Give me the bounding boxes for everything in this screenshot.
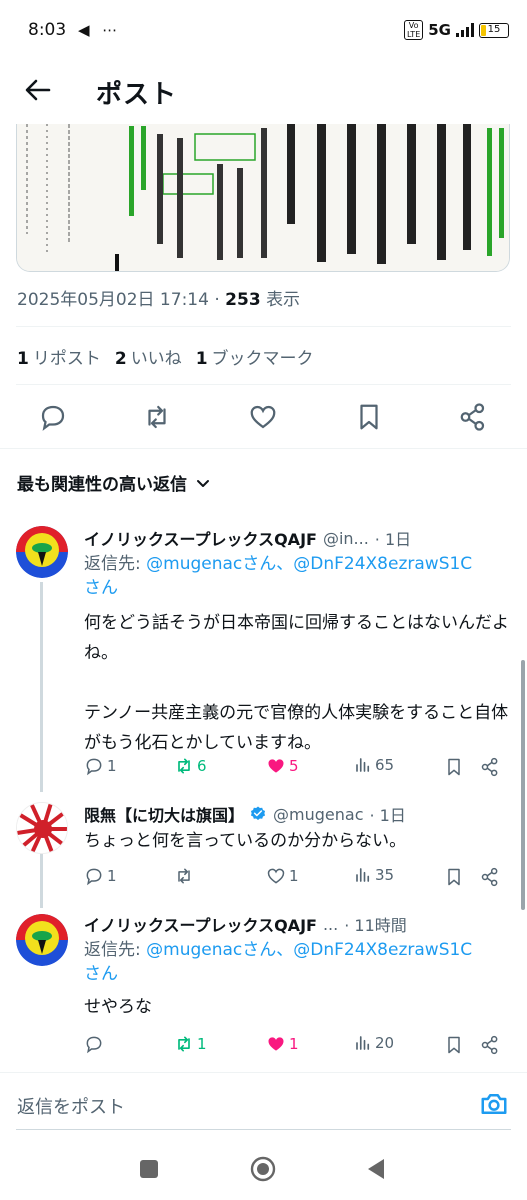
reply-button[interactable]: 1 bbox=[84, 756, 117, 776]
like-button[interactable]: 1 bbox=[266, 866, 299, 886]
repost-button[interactable]: 1 bbox=[174, 1034, 207, 1054]
bookmark-icon[interactable] bbox=[444, 757, 464, 777]
share-icon[interactable] bbox=[480, 1035, 500, 1055]
reply-to-link[interactable]: @mugenacさん、@DnF24X8ezrawS1C bbox=[146, 940, 472, 960]
views-button[interactable]: 20 bbox=[354, 1034, 394, 1052]
repost-icon bbox=[178, 758, 190, 774]
reply-actions: 1 1 20 bbox=[84, 1034, 509, 1058]
avatar[interactable] bbox=[16, 526, 68, 578]
bookmark-icon[interactable] bbox=[354, 402, 384, 432]
share-icon[interactable] bbox=[480, 757, 500, 777]
post-time[interactable]: · 11時間 bbox=[344, 912, 407, 936]
reply-text: せやろな bbox=[84, 997, 152, 1017]
volte-icon: Vo LTE bbox=[403, 20, 424, 40]
home-icon[interactable] bbox=[250, 1156, 276, 1182]
reply-button[interactable]: 1 bbox=[84, 866, 117, 886]
like-filled-icon bbox=[268, 759, 284, 773]
battery-icon: 15 bbox=[479, 22, 509, 38]
recent-apps-icon[interactable] bbox=[136, 1156, 162, 1182]
system-nav-bar bbox=[0, 1140, 527, 1200]
reply-input[interactable]: 返信をポスト bbox=[17, 1093, 125, 1119]
replies-sort-label: 最も関連性の高い返信 bbox=[17, 475, 187, 495]
reply-icon bbox=[86, 758, 102, 776]
like-button[interactable]: 5 bbox=[266, 756, 299, 776]
status-time: 8:03 bbox=[28, 20, 67, 40]
views-icon bbox=[356, 868, 370, 882]
author-name[interactable]: 限無【に切大は旗国】 bbox=[84, 802, 244, 826]
post-time[interactable]: · 1日 bbox=[375, 526, 411, 550]
author-name[interactable]: イノリックスープレックスQAJF bbox=[84, 526, 317, 550]
scrollbar[interactable] bbox=[521, 660, 525, 910]
views-label: 表示 bbox=[266, 290, 301, 310]
author-handle[interactable]: ... bbox=[323, 915, 338, 934]
views-icon bbox=[356, 758, 370, 772]
reply-to-line: 返信先: @mugenacさん、@DnF24X8ezrawS1C さん bbox=[84, 554, 473, 598]
repost-button[interactable] bbox=[174, 866, 197, 886]
status-right-icons: Vo LTE 5G 15 bbox=[403, 20, 509, 40]
tweet-meta: 2025年05月02日 17:14 · 253 表示 bbox=[17, 290, 301, 310]
author-handle[interactable]: @in... bbox=[323, 529, 369, 548]
chevron-down-icon bbox=[197, 479, 209, 487]
views-count: 253 bbox=[225, 290, 261, 310]
avatar[interactable] bbox=[16, 914, 68, 966]
bookmarks-stat[interactable]: 1 ブックマーク bbox=[196, 344, 314, 369]
post-time[interactable]: · 1日 bbox=[369, 802, 405, 826]
repost-icon bbox=[178, 1036, 190, 1052]
repost-icon bbox=[178, 868, 190, 884]
reply-icon bbox=[86, 1036, 102, 1054]
signal-icon bbox=[456, 23, 474, 37]
replies-sort-dropdown[interactable]: 最も関連性の高い返信 bbox=[17, 470, 211, 495]
reply-to-link[interactable]: @mugenacさん、@DnF24X8ezrawS1C bbox=[146, 554, 472, 574]
reply-icon bbox=[86, 868, 102, 886]
reposts-stat[interactable]: 1 リポスト bbox=[17, 344, 101, 369]
verified-badge-icon bbox=[250, 806, 266, 820]
like-icon[interactable] bbox=[248, 402, 278, 432]
network-type: 5G bbox=[428, 21, 451, 39]
reply-actions: 1 1 35 bbox=[84, 866, 509, 890]
tweet-stats: 1 リポスト 2 いいね 1 ブックマーク bbox=[17, 344, 314, 369]
reply-button[interactable] bbox=[84, 1034, 107, 1054]
avatar[interactable] bbox=[16, 802, 68, 854]
page-title: ポスト bbox=[96, 80, 178, 110]
reply-actions: 1 6 5 65 bbox=[84, 756, 509, 780]
top-bar: ポスト bbox=[0, 62, 527, 120]
author-handle[interactable]: @mugenac bbox=[273, 805, 363, 824]
repost-button[interactable]: 6 bbox=[174, 756, 207, 776]
notification-icons: ◀ ⋯ bbox=[78, 21, 122, 39]
reply-to-line: 返信先: @mugenacさん、@DnF24X8ezrawS1C さん bbox=[84, 940, 473, 984]
reply-composer[interactable]: 返信をポスト bbox=[0, 1072, 527, 1134]
document-scan-image bbox=[17, 124, 509, 271]
views-button[interactable]: 65 bbox=[354, 756, 394, 774]
tweet-date: 2025年05月02日 17:14 bbox=[17, 290, 209, 310]
views-icon bbox=[356, 1036, 370, 1050]
back-arrow-icon[interactable] bbox=[22, 74, 54, 106]
status-bar: 8:03 ◀ ⋯ Vo LTE 5G 15 bbox=[0, 0, 527, 62]
share-icon[interactable] bbox=[458, 402, 488, 432]
like-button[interactable]: 1 bbox=[266, 1034, 299, 1054]
reply-text: ちょっと何を言っているのか分からない。 bbox=[84, 831, 407, 851]
reply-text: 何をどう話そうが日本帝国に回帰することはないんだよね。 テンノー共産主義の元で官… bbox=[84, 613, 509, 753]
bookmark-icon[interactable] bbox=[444, 1035, 464, 1055]
camera-icon[interactable] bbox=[479, 1089, 509, 1119]
tweet-image[interactable] bbox=[16, 124, 510, 272]
tweet-actions bbox=[0, 398, 527, 438]
repost-icon[interactable] bbox=[142, 402, 172, 432]
reply-icon[interactable] bbox=[38, 402, 68, 432]
like-icon bbox=[267, 868, 285, 884]
back-nav-icon[interactable] bbox=[364, 1156, 390, 1182]
author-name[interactable]: イノリックスープレックスQAJF bbox=[84, 912, 317, 936]
like-filled-icon bbox=[268, 1037, 284, 1051]
bookmark-icon[interactable] bbox=[444, 867, 464, 887]
likes-stat[interactable]: 2 いいね bbox=[115, 344, 182, 369]
views-button[interactable]: 35 bbox=[354, 866, 394, 884]
share-icon[interactable] bbox=[480, 867, 500, 887]
